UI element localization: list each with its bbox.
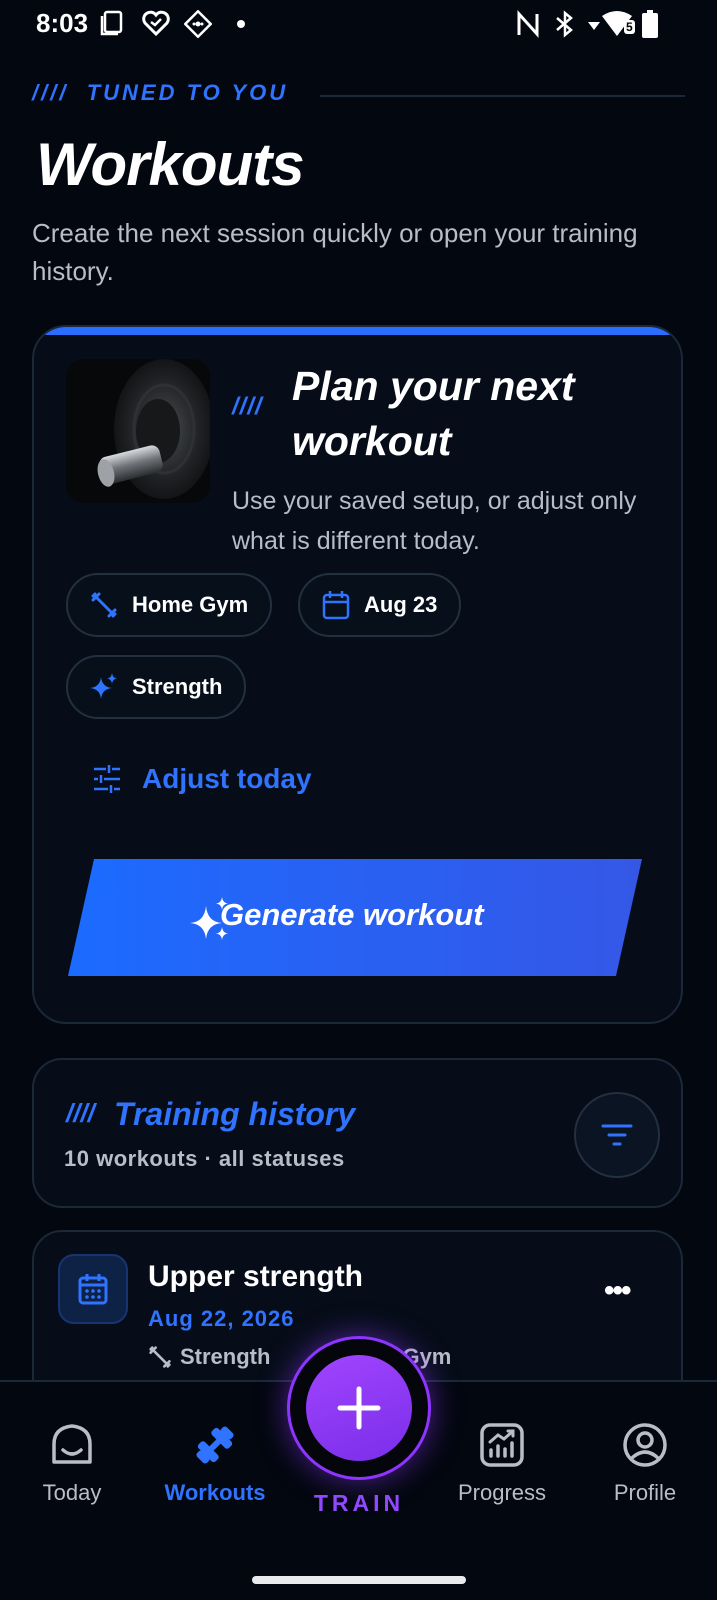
- page-subtitle: Create the next session quickly or open …: [32, 218, 638, 286]
- status-time: 8:03: [36, 8, 89, 38]
- screenshot-icon: [100, 10, 123, 36]
- dumbbell-icon: [149, 1346, 171, 1368]
- nav-profile-label: Profile: [613, 1480, 677, 1505]
- sparkle-icon: [90, 673, 117, 699]
- app-icon: [184, 10, 212, 38]
- date-chip-label: Aug 23: [364, 592, 438, 617]
- train-fab[interactable]: [287, 1336, 431, 1480]
- eyebrow-divider: [320, 95, 685, 97]
- location-chip[interactable]: Home Gym: [66, 573, 273, 637]
- calendar-icon: [78, 1274, 108, 1305]
- generate-workout-button[interactable]: [68, 859, 642, 976]
- filter-icon: [601, 1124, 633, 1146]
- plan-description: Use your saved setup, or adjust only wha…: [232, 487, 637, 555]
- workout-calendar-badge: [58, 1254, 128, 1324]
- nav-workouts[interactable]: Workouts: [145, 1422, 285, 1506]
- more-options-icon[interactable]: •••: [604, 1274, 631, 1308]
- app-icon: [142, 10, 170, 36]
- dumbbell-icon: [196, 1426, 234, 1464]
- workout-title: Upper strength: [148, 1260, 364, 1293]
- calendar-icon: [322, 591, 350, 620]
- focus-chip-label: Strength: [132, 674, 223, 699]
- sliders-icon: [94, 765, 120, 793]
- workout-date: Aug 22, 2026: [148, 1306, 295, 1331]
- dumbbell-icon: [91, 592, 117, 618]
- nav-profile[interactable]: Profile: [575, 1422, 715, 1506]
- location-chip-label: Home Gym: [132, 592, 249, 617]
- eyebrow-text: TUNED TO YOU: [86, 80, 289, 105]
- history-slashes: ////: [66, 1098, 95, 1128]
- dot-icon: [237, 20, 245, 28]
- filter-button[interactable]: [574, 1092, 660, 1178]
- workout-type: Strength: [180, 1344, 271, 1369]
- plan-slashes: ////: [232, 393, 263, 420]
- nfc-icon: [517, 10, 539, 38]
- home-indicator[interactable]: [252, 1576, 466, 1584]
- barbell-image: [66, 359, 210, 503]
- plus-icon: [337, 1386, 381, 1430]
- status-bar: 8:03 5: [0, 0, 717, 48]
- plan-title: Plan your next workout: [292, 363, 575, 464]
- eyebrow-slashes: ////: [32, 80, 69, 105]
- date-chip[interactable]: Aug 23: [298, 573, 462, 637]
- chart-icon: [480, 1423, 524, 1467]
- nav-today-label: Today: [42, 1480, 102, 1505]
- nav-progress-label: Progress: [457, 1480, 547, 1505]
- training-history-card[interactable]: //// Training history 10 workouts · all …: [32, 1058, 683, 1208]
- nav-workouts-label: Workouts: [164, 1480, 266, 1505]
- history-title: Training history: [114, 1096, 356, 1132]
- battery-icon: [642, 10, 658, 38]
- plan-workout-card: //// Plan your next workout Use your sav…: [32, 325, 683, 1024]
- bluetooth-icon: [556, 10, 573, 38]
- nav-today[interactable]: Today: [2, 1422, 142, 1506]
- focus-chip[interactable]: Strength: [66, 655, 247, 719]
- home-icon: [52, 1424, 92, 1464]
- bottom-navigation: Today Workouts Progress Profile TRAIN: [0, 1336, 717, 1600]
- wifi-badge: 5: [624, 20, 635, 34]
- profile-icon: [623, 1423, 667, 1467]
- adjust-today-button[interactable]: Adjust today: [92, 763, 312, 795]
- page-title: Workouts: [36, 131, 305, 198]
- eyebrow: //// TUNED TO YOU: [32, 80, 288, 106]
- history-subtitle: 10 workouts · all statuses: [64, 1146, 345, 1171]
- train-fab-button[interactable]: [306, 1355, 412, 1461]
- adjust-today-label: Adjust today: [142, 763, 312, 794]
- train-label: TRAIN: [313, 1490, 405, 1516]
- card-accent-bar: [34, 327, 681, 335]
- nav-progress[interactable]: Progress: [432, 1422, 572, 1506]
